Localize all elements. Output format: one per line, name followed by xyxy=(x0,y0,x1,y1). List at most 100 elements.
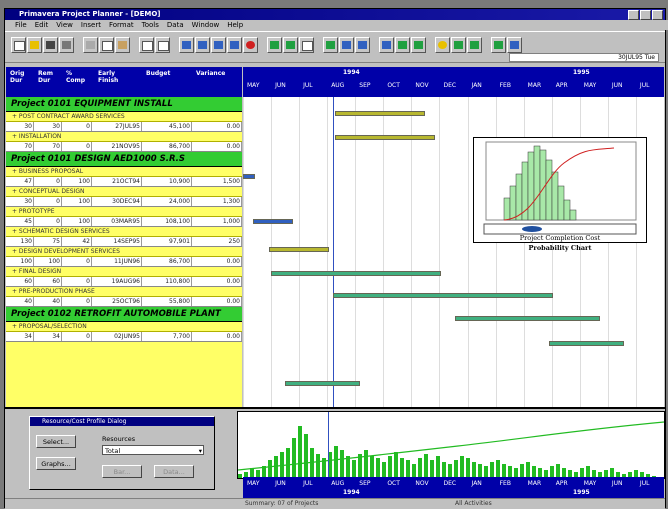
table-cell[interactable]: 45,100 xyxy=(142,122,192,131)
table-cell[interactable]: 10,900 xyxy=(142,177,192,186)
gantt-bar[interactable] xyxy=(269,247,329,252)
gantt-bar[interactable] xyxy=(285,381,360,386)
table-cell[interactable]: 1,300 xyxy=(192,197,242,206)
table-cell[interactable]: 130 xyxy=(6,237,34,246)
gantt-bar[interactable] xyxy=(335,111,425,116)
task-row[interactable]: + DESIGN DEVELOPMENT SERVICES xyxy=(6,247,242,257)
table-cell[interactable]: 70 xyxy=(34,142,62,151)
table-cell[interactable]: 0.00 xyxy=(192,332,242,341)
table-cell[interactable]: 27JUL95 xyxy=(92,122,142,131)
table-cell[interactable]: 0 xyxy=(34,217,62,226)
task-row[interactable]: + POST CONTRACT AWARD SERVICES xyxy=(6,112,242,122)
col-budget[interactable]: Budget xyxy=(146,70,170,77)
table-cell[interactable]: 03MAR95 xyxy=(92,217,142,226)
table-row[interactable]: 30 0 100 30DEC94 24,000 1,300 xyxy=(6,197,242,207)
menu-help[interactable]: Help xyxy=(227,20,243,30)
gantt-bar[interactable] xyxy=(333,293,553,298)
cut-button[interactable] xyxy=(83,37,98,53)
table-cell[interactable]: 7,700 xyxy=(142,332,192,341)
table-cell[interactable]: 108,100 xyxy=(142,217,192,226)
task-row[interactable]: + FINAL DESIGN xyxy=(6,267,242,277)
table-cell[interactable]: 34 xyxy=(6,332,34,341)
table-row[interactable]: 34 34 0 02JUN95 7,700 0.00 xyxy=(6,332,242,342)
select-button[interactable]: Select... xyxy=(36,435,76,448)
table-cell[interactable]: 0.00 xyxy=(192,277,242,286)
table-cell[interactable]: 0.00 xyxy=(192,257,242,266)
table-cell[interactable]: 250 xyxy=(192,237,242,246)
table-cell[interactable]: 0 xyxy=(62,122,92,131)
new-button[interactable] xyxy=(11,37,26,53)
table-cell[interactable]: 97,901 xyxy=(142,237,192,246)
graphics-button[interactable] xyxy=(451,37,466,53)
table-row[interactable]: 60 60 0 19AUG96 110,800 0.00 xyxy=(6,277,242,287)
gantt-bar[interactable] xyxy=(335,135,435,140)
table-cell[interactable]: 110,800 xyxy=(142,277,192,286)
table-cell[interactable]: 100 xyxy=(62,177,92,186)
table-cell[interactable]: 1,000 xyxy=(192,217,242,226)
table-row[interactable]: 45 0 100 03MAR95 108,100 1,000 xyxy=(6,217,242,227)
task-row[interactable]: + CONCEPTUAL DESIGN xyxy=(6,187,242,197)
table-cell[interactable]: 30 xyxy=(34,122,62,131)
link-button[interactable] xyxy=(179,37,194,53)
resource-select[interactable]: Total ▾ xyxy=(102,445,204,455)
table-cell[interactable]: 14SEP95 xyxy=(92,237,142,246)
table-cell[interactable]: 30DEC94 xyxy=(92,197,142,206)
minimize-button[interactable] xyxy=(628,10,639,20)
table-row[interactable]: 100 100 0 11JUN96 86,700 0.00 xyxy=(6,257,242,267)
menu-window[interactable]: Window xyxy=(192,20,220,30)
table-cell[interactable]: 0 xyxy=(34,177,62,186)
table-cell[interactable]: 0.00 xyxy=(192,297,242,306)
table-cell[interactable]: 30 xyxy=(6,122,34,131)
gantt-bar[interactable] xyxy=(243,174,255,179)
gantt-chart[interactable]: 1994 1995 MAY JUN JUL AUG SEP OCT NOV DEC JAN FEB… xyxy=(243,67,664,407)
menu-edit[interactable]: Edit xyxy=(35,20,49,30)
data-button[interactable]: Data... xyxy=(154,465,194,478)
table-row[interactable]: 40 40 0 25OCT96 55,800 0.00 xyxy=(6,297,242,307)
menu-view[interactable]: View xyxy=(56,20,73,30)
table-cell[interactable]: 60 xyxy=(6,277,34,286)
table-cell[interactable]: 40 xyxy=(34,297,62,306)
table-row[interactable]: 70 70 0 21NOV95 86,700 0.00 xyxy=(6,142,242,152)
close-button[interactable] xyxy=(652,10,663,20)
project-row[interactable]: Project 0102 RETROFIT AUTOMOBILE PLANT xyxy=(6,307,242,322)
task-row[interactable]: + PROPOSAL/SELECTION xyxy=(6,322,242,332)
zoom-button[interactable] xyxy=(435,37,450,53)
menu-file[interactable]: File xyxy=(15,20,27,30)
table-cell[interactable]: 60 xyxy=(34,277,62,286)
table-cell[interactable]: 42 xyxy=(62,237,92,246)
cost-button[interactable] xyxy=(395,37,410,53)
graphs-button[interactable]: Graphs... xyxy=(36,457,76,470)
table-cell[interactable]: 47 xyxy=(6,177,34,186)
paste-button[interactable] xyxy=(115,37,130,53)
profile-button[interactable] xyxy=(411,37,426,53)
table-cell[interactable]: 0 xyxy=(62,257,92,266)
bar-button[interactable]: Bar... xyxy=(102,465,142,478)
save-button[interactable] xyxy=(43,37,58,53)
table-cell[interactable]: 86,700 xyxy=(142,257,192,266)
table-cell[interactable]: 0 xyxy=(62,332,92,341)
col-early-finish[interactable]: Early Finish xyxy=(98,70,132,84)
schedule-button[interactable] xyxy=(267,37,282,53)
table-cell[interactable]: 100 xyxy=(62,217,92,226)
col-orig-dur[interactable]: Orig Dur xyxy=(10,70,34,84)
table-cell[interactable]: 0 xyxy=(34,197,62,206)
table-cell[interactable]: 19AUG96 xyxy=(92,277,142,286)
progress-button[interactable] xyxy=(227,37,242,53)
chart-button[interactable] xyxy=(467,37,482,53)
table-cell[interactable]: 100 xyxy=(34,257,62,266)
task-row[interactable]: + PROTOTYPE xyxy=(6,207,242,217)
context-help-button[interactable] xyxy=(507,37,522,53)
table-row[interactable]: 47 0 100 21OCT94 10,900 1,500 xyxy=(6,177,242,187)
level-button[interactable] xyxy=(283,37,298,53)
calendar-button[interactable] xyxy=(299,37,314,53)
menu-tools[interactable]: Tools xyxy=(142,20,159,30)
menu-insert[interactable]: Insert xyxy=(81,20,101,30)
menu-data[interactable]: Data xyxy=(167,20,184,30)
table-cell[interactable]: 45 xyxy=(6,217,34,226)
task-row[interactable]: + BUSINESS PROPOSAL xyxy=(6,167,242,177)
task-row[interactable]: + PRE-PRODUCTION PHASE xyxy=(6,287,242,297)
table-cell[interactable]: 24,000 xyxy=(142,197,192,206)
insert-button[interactable] xyxy=(139,37,154,53)
table-cell[interactable]: 0 xyxy=(62,142,92,151)
table-cell[interactable]: 0 xyxy=(62,277,92,286)
